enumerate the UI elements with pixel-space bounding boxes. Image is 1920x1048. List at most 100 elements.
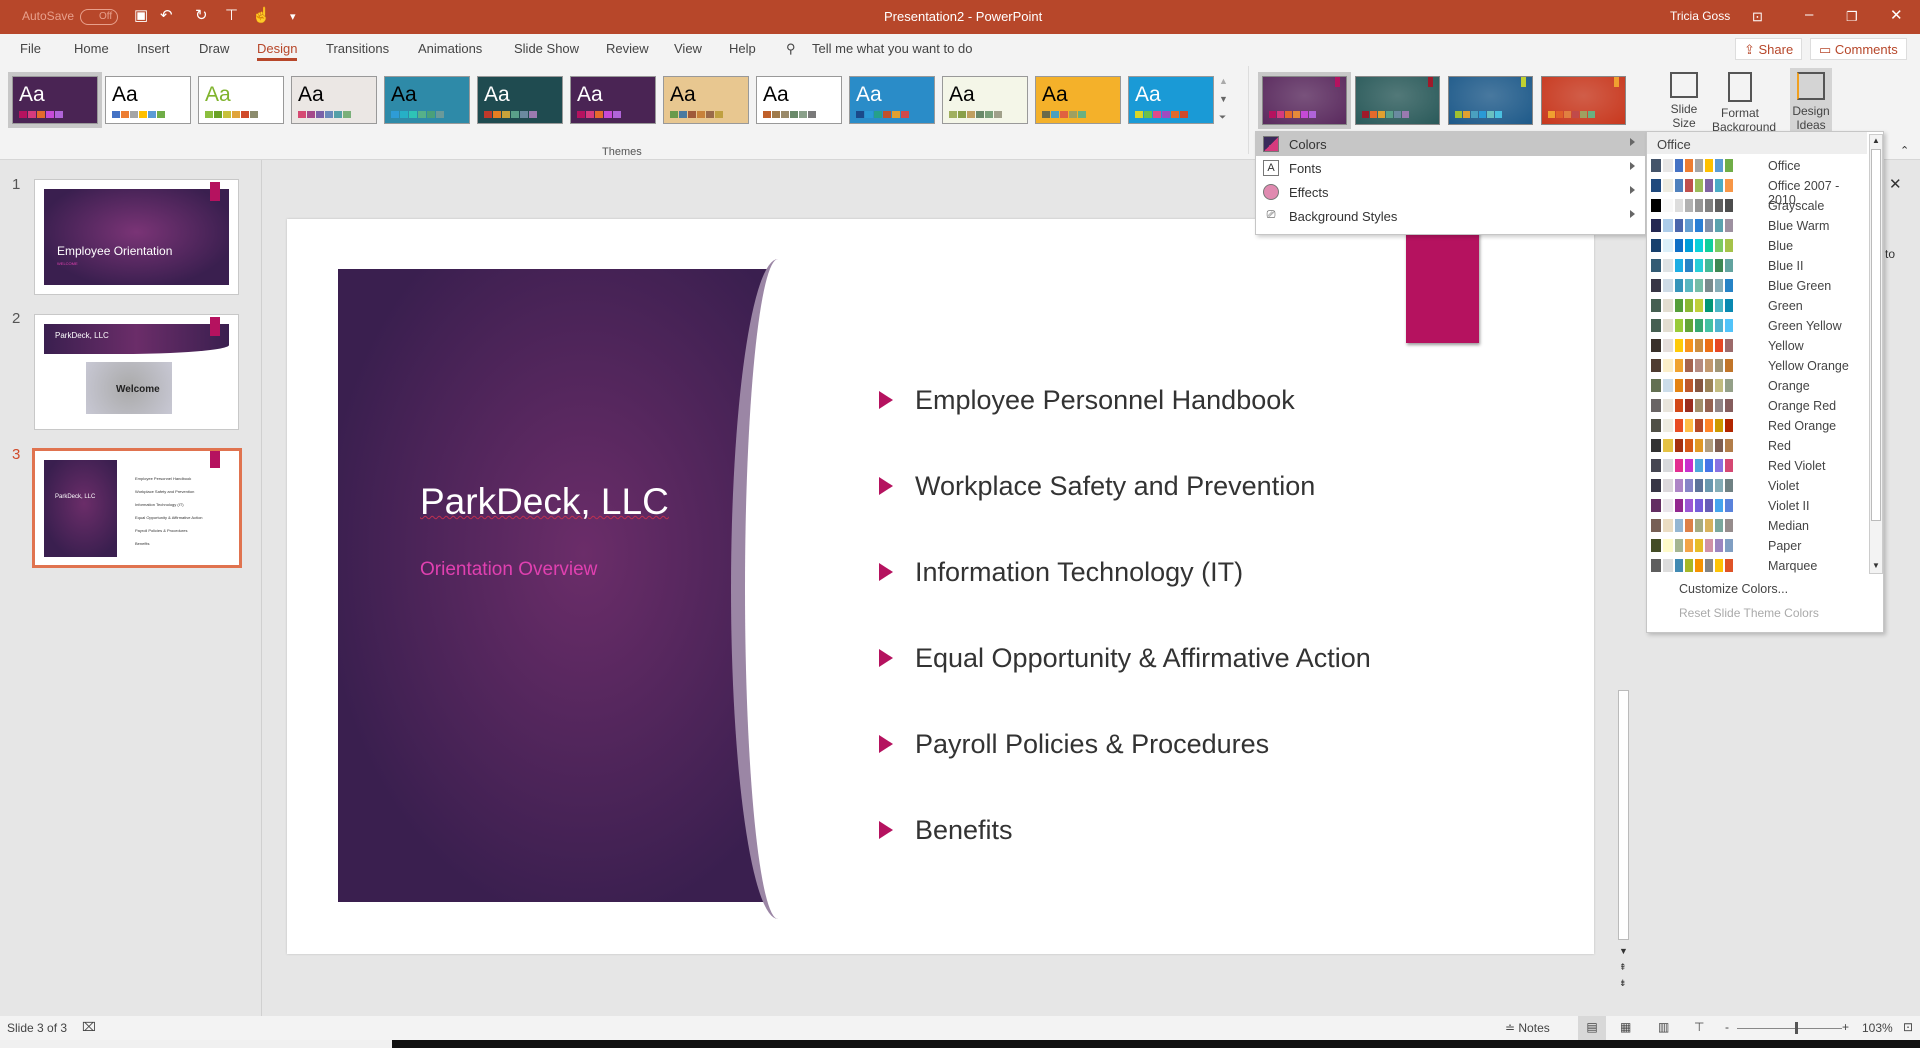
bullet-item[interactable]: Information Technology (IT)	[879, 557, 1243, 588]
color-scheme-item[interactable]: Green	[1651, 296, 1867, 316]
collapse-ribbon-icon[interactable]: ⌃	[1900, 144, 1909, 157]
slide-thumbnail-3[interactable]: ParkDeck, LLC Employee Personnel Handboo…	[32, 448, 242, 568]
close-icon[interactable]: ✕	[1890, 6, 1903, 24]
zoom-slider[interactable]	[1737, 1022, 1842, 1034]
format-background-button[interactable]: Format Background	[1712, 72, 1776, 134]
color-scheme-item[interactable]: Red Orange	[1651, 416, 1867, 436]
color-scheme-item[interactable]: Blue II	[1651, 256, 1867, 276]
touch-mode-icon[interactable]: ☝	[252, 6, 271, 24]
color-scheme-item[interactable]: Blue Green	[1651, 276, 1867, 296]
color-scheme-item[interactable]: Yellow Orange	[1651, 356, 1867, 376]
comments-button[interactable]: ▭ Comments	[1810, 38, 1907, 60]
share-button[interactable]: ⇪ Share	[1735, 38, 1803, 60]
color-scheme-item[interactable]: Blue Warm	[1651, 216, 1867, 236]
scroll-down-arrow[interactable]: ▼	[1872, 561, 1880, 570]
submenu-scrollbar[interactable]: ▲ ▼	[1869, 134, 1883, 574]
color-scheme-item[interactable]: Office 2007 - 2010	[1651, 176, 1867, 207]
accessibility-icon[interactable]: ⌧	[82, 1020, 96, 1034]
theme-thumbnail[interactable]: Aa	[663, 76, 749, 124]
side-pane-close-icon[interactable]: ✕	[1889, 175, 1902, 193]
color-scheme-item[interactable]: Paper	[1651, 536, 1867, 556]
tell-me-input[interactable]: Tell me what you want to do	[812, 41, 972, 56]
color-scheme-item[interactable]: Office	[1651, 156, 1867, 176]
undo-icon[interactable]: ↶	[160, 6, 173, 24]
theme-thumbnail[interactable]: Aa	[105, 76, 191, 124]
color-scheme-item[interactable]: Marquee	[1651, 556, 1867, 576]
slide-size-button[interactable]: Slide Size	[1662, 72, 1706, 130]
theme-thumbnail[interactable]: Aa	[291, 76, 377, 124]
tab-home[interactable]: Home	[74, 41, 109, 56]
theme-thumbnail[interactable]: Aa	[756, 76, 842, 124]
ribbon-display-options-icon[interactable]: ⊡	[1752, 9, 1763, 25]
theme-thumbnail[interactable]: Aa	[1035, 76, 1121, 124]
gallery-scroll-down[interactable]: ▼	[1219, 94, 1228, 104]
autosave-toggle[interactable]: Off	[80, 9, 118, 25]
theme-thumbnail[interactable]: Aa	[477, 76, 563, 124]
color-scheme-item[interactable]: Grayscale	[1651, 196, 1867, 216]
maximize-icon[interactable]: ❐	[1846, 9, 1858, 25]
slide-sorter-icon[interactable]: ▦	[1620, 1020, 1631, 1034]
reading-view-icon[interactable]: ▥	[1658, 1020, 1669, 1034]
theme-thumbnail[interactable]: Aa	[1128, 76, 1214, 124]
theme-thumbnail[interactable]: Aa	[8, 72, 102, 128]
customize-colors-item[interactable]: Customize Colors...	[1679, 582, 1788, 596]
color-scheme-item[interactable]: Orange Red	[1651, 396, 1867, 416]
customize-qat-icon[interactable]: ▾	[290, 10, 296, 23]
slide-canvas[interactable]: ParkDeck, LLC Orientation Overview Emplo…	[287, 219, 1594, 954]
tab-help[interactable]: Help	[729, 41, 756, 56]
tab-review[interactable]: Review	[606, 41, 649, 56]
gallery-scroll-up[interactable]: ▲	[1219, 76, 1228, 86]
tab-view[interactable]: View	[674, 41, 702, 56]
menu-item-fonts[interactable]: A Fonts	[1256, 156, 1645, 180]
scroll-thumb[interactable]	[1871, 149, 1881, 521]
previous-slide-icon[interactable]: ⇞	[1619, 962, 1627, 973]
tab-file[interactable]: File	[20, 41, 41, 56]
theme-thumbnail[interactable]: Aa	[570, 76, 656, 124]
bullet-item[interactable]: Payroll Policies & Procedures	[879, 729, 1269, 760]
theme-thumbnail[interactable]: Aa	[384, 76, 470, 124]
bullet-item[interactable]: Employee Personnel Handbook	[879, 385, 1295, 416]
user-name[interactable]: Tricia Goss	[1670, 9, 1730, 23]
normal-view-icon[interactable]: ▤	[1578, 1016, 1606, 1040]
zoom-slider-thumb[interactable]	[1794, 1022, 1798, 1034]
scroll-up-arrow[interactable]: ▲	[1872, 136, 1880, 145]
slide-thumbnail-2[interactable]: ParkDeck, LLC Welcome	[34, 314, 239, 430]
menu-item-background-styles[interactable]: ⎚ Background Styles	[1256, 204, 1645, 228]
theme-thumbnail[interactable]: Aa	[198, 76, 284, 124]
scroll-down-arrow[interactable]: ▼	[1619, 946, 1628, 956]
color-scheme-item[interactable]: Yellow	[1651, 336, 1867, 356]
zoom-in-icon[interactable]: +	[1842, 1020, 1849, 1034]
color-scheme-item[interactable]: Green Yellow	[1651, 316, 1867, 336]
zoom-out-icon[interactable]: -	[1725, 1020, 1729, 1034]
variant-thumbnail[interactable]	[1258, 72, 1351, 129]
gallery-more[interactable]: ⏷	[1219, 112, 1226, 123]
slide-title[interactable]: ParkDeck, LLC	[420, 481, 669, 523]
slide-subtitle[interactable]: Orientation Overview	[420, 559, 597, 581]
menu-item-colors[interactable]: Colors	[1256, 132, 1645, 156]
vertical-scrollbar[interactable]: ▼ ⇞ ⇟	[1616, 160, 1631, 1000]
scroll-thumb[interactable]	[1618, 690, 1629, 940]
minimize-icon[interactable]: –	[1805, 6, 1813, 23]
color-scheme-item[interactable]: Red Violet	[1651, 456, 1867, 476]
redo-icon[interactable]: ↻	[195, 6, 208, 24]
theme-thumbnail[interactable]: Aa	[942, 76, 1028, 124]
bullet-item[interactable]: Workplace Safety and Prevention	[879, 471, 1315, 502]
next-slide-icon[interactable]: ⇟	[1619, 978, 1627, 989]
variant-thumbnail[interactable]	[1355, 76, 1440, 125]
color-scheme-item[interactable]: Violet	[1651, 476, 1867, 496]
save-icon[interactable]: ▣	[134, 6, 148, 24]
bullet-item[interactable]: Equal Opportunity & Affirmative Action	[879, 643, 1371, 674]
color-scheme-item[interactable]: Median	[1651, 516, 1867, 536]
variant-thumbnail[interactable]	[1541, 76, 1626, 125]
tab-slide-show[interactable]: Slide Show	[514, 41, 579, 56]
theme-thumbnail[interactable]: Aa	[849, 76, 935, 124]
slide-show-icon[interactable]: ⊤	[1694, 1020, 1704, 1034]
notes-button[interactable]: ≐ Notes	[1505, 1021, 1550, 1035]
slide-thumbnail-1[interactable]: Employee Orientation WELCOME	[34, 179, 239, 295]
design-ideas-button[interactable]: Design Ideas	[1790, 68, 1832, 138]
fit-to-window-icon[interactable]: ⊡	[1903, 1020, 1913, 1034]
tab-insert[interactable]: Insert	[137, 41, 170, 56]
variant-thumbnail[interactable]	[1448, 76, 1533, 125]
tab-transitions[interactable]: Transitions	[326, 41, 389, 56]
menu-item-effects[interactable]: Effects	[1256, 180, 1645, 204]
